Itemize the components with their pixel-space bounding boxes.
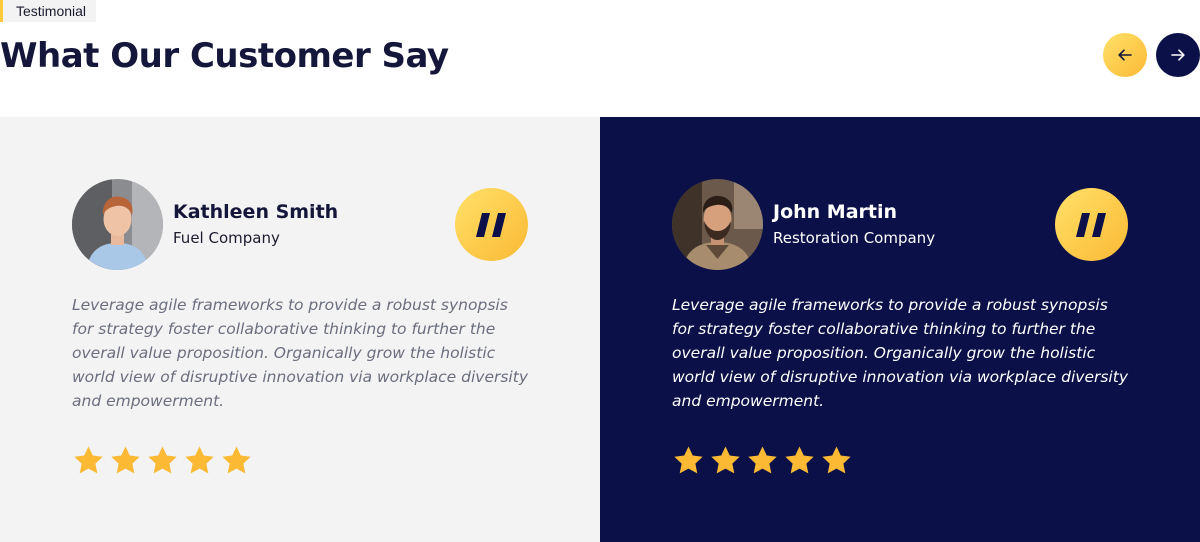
star-icon <box>148 446 177 474</box>
quote-icon <box>1075 212 1106 237</box>
testimonial-card: Kathleen Smith Fuel Company Leverage agi… <box>0 117 600 542</box>
testimonial-card: John Martin Restoration Company Leverage… <box>600 117 1200 542</box>
arrow-left-icon <box>1118 49 1132 61</box>
customer-name: John Martin <box>773 201 898 223</box>
customer-company: Fuel Company <box>173 229 280 247</box>
next-button[interactable] <box>1156 33 1200 77</box>
testimonial-section: Testimonial What Our Customer Say Kathle… <box>0 0 1200 542</box>
testimonial-quote: Leverage agile frameworks to provide a r… <box>672 296 1128 410</box>
star-icon <box>185 446 214 474</box>
customer-name: Kathleen Smith <box>173 201 339 223</box>
star-icon <box>748 446 777 474</box>
customer-company: Restoration Company <box>773 229 936 247</box>
star-icon <box>711 446 740 474</box>
star-rating <box>672 444 853 477</box>
quote-badge <box>455 188 528 261</box>
quote-badge <box>1055 188 1128 261</box>
arrow-right-icon <box>1171 49 1185 61</box>
star-icon <box>822 446 851 474</box>
avatar <box>672 179 763 270</box>
section-tag: Testimonial <box>0 0 97 22</box>
star-icon <box>674 446 703 474</box>
star-rating <box>72 444 253 477</box>
star-icon <box>111 446 140 474</box>
section-title: What Our Customer Say <box>0 36 449 76</box>
star-icon <box>785 446 814 474</box>
previous-button[interactable] <box>1103 33 1147 77</box>
star-icon <box>222 446 251 474</box>
avatar <box>72 179 163 270</box>
testimonial-quote: Leverage agile frameworks to provide a r… <box>72 296 528 410</box>
quote-icon <box>475 212 506 237</box>
star-icon <box>74 446 103 474</box>
